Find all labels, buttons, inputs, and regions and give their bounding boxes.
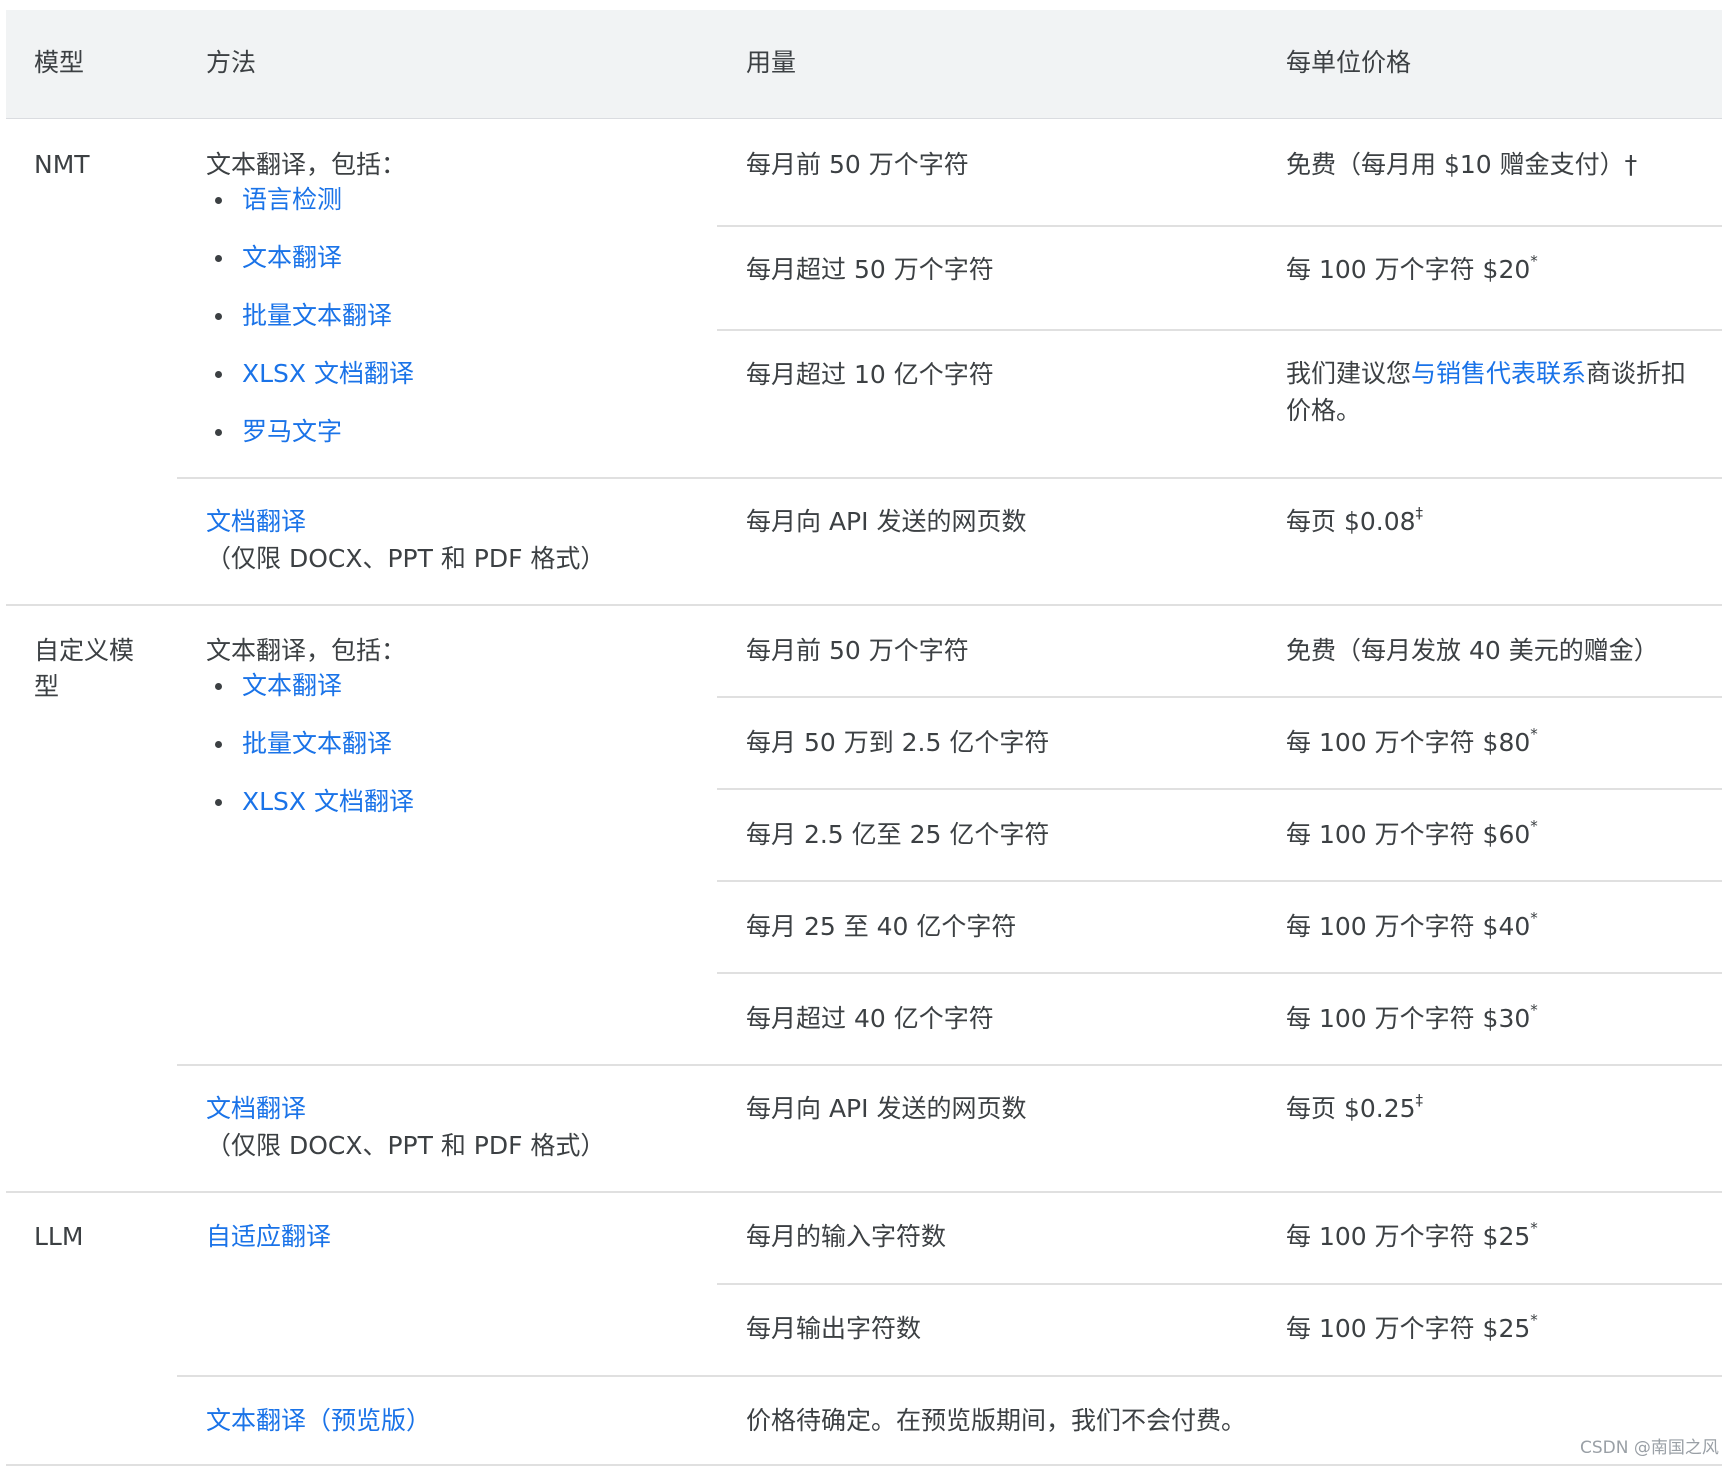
- preview-label[interactable]: （预览版）: [306, 1406, 431, 1435]
- bullet: [215, 429, 222, 436]
- method-link-xlsx-translation[interactable]: XLSX 文档翻译: [242, 361, 414, 386]
- usage-cell: 每月 50 万到 2.5 亿个字符: [746, 728, 1050, 757]
- row-divider: [717, 329, 1722, 331]
- price-value: 每页 $0.25: [1286, 1094, 1416, 1123]
- model-custom-line1: 自定义模: [34, 636, 135, 665]
- price-cell: 每页 $0.25‡: [1286, 1093, 1423, 1123]
- price-text: 价格。: [1286, 396, 1362, 425]
- price-cell: 每 100 万个字符 $80*: [1286, 727, 1538, 757]
- usage-cell: 价格待确定。在预览版期间，我们不会付费。: [746, 1406, 1247, 1435]
- watermark: CSDN @南国之风: [1580, 1438, 1719, 1458]
- method-link-language-detection[interactable]: 语言检测: [242, 187, 342, 212]
- price-cell: 免费（每月用 $10 赠金支付）†: [1286, 150, 1638, 179]
- price-value: 每 100 万个字符 $20: [1286, 255, 1531, 284]
- bullet: [215, 683, 222, 690]
- bullet: [215, 371, 222, 378]
- price-cell: 每 100 万个字符 $30*: [1286, 1003, 1538, 1033]
- price-cell: 每 100 万个字符 $20*: [1286, 254, 1538, 284]
- method-link-xlsx-translation[interactable]: XLSX 文档翻译: [242, 789, 414, 814]
- footnote-mark: *: [1530, 1219, 1538, 1237]
- bullet: [215, 799, 222, 806]
- method-intro: 文本翻译，包括：: [206, 636, 407, 665]
- header-model: 模型: [34, 48, 85, 77]
- usage-cell: 每月前 50 万个字符: [746, 150, 969, 179]
- bullet: [215, 313, 222, 320]
- footnote-mark: ‡: [1415, 1091, 1424, 1109]
- method-cell-preview: 文本翻译（预览版）: [206, 1408, 431, 1433]
- usage-cell: 每月超过 10 亿个字符: [746, 360, 994, 389]
- price-cell: 每 100 万个字符 $25*: [1286, 1313, 1538, 1343]
- bullet: [215, 741, 222, 748]
- price-value: 每页 $0.08: [1286, 507, 1416, 536]
- price-cell: 每 100 万个字符 $25*: [1286, 1221, 1538, 1251]
- usage-cell: 每月 25 至 40 亿个字符: [746, 912, 1017, 941]
- method-link-document-translation[interactable]: 文档翻译: [206, 509, 306, 534]
- price-value: 每 100 万个字符 $30: [1286, 1004, 1531, 1033]
- header-usage: 用量: [746, 48, 797, 77]
- row-divider: [177, 1375, 1722, 1377]
- usage-cell: 每月向 API 发送的网页数: [746, 507, 1027, 536]
- row-divider: [717, 972, 1722, 974]
- row-divider: [177, 477, 1722, 479]
- model-nmt: NMT: [34, 150, 90, 179]
- bullet: [215, 255, 222, 262]
- method-link-romanization[interactable]: 罗马文字: [242, 419, 342, 444]
- row-divider: [717, 788, 1722, 790]
- price-cell: 每 100 万个字符 $40*: [1286, 911, 1538, 941]
- row-divider: [177, 1064, 1722, 1066]
- method-link-document-translation[interactable]: 文档翻译: [206, 1096, 306, 1121]
- method-link-text-translation[interactable]: 文本翻译: [242, 245, 342, 270]
- price-text: 商谈折扣: [1586, 359, 1687, 388]
- bullet: [215, 197, 222, 204]
- usage-cell: 每月向 API 发送的网页数: [746, 1094, 1027, 1123]
- row-divider: [717, 225, 1722, 227]
- method-link-batch-translation[interactable]: 批量文本翻译: [242, 303, 392, 328]
- price-cell-contact-sales: 我们建议您与销售代表联系商谈折扣价格。: [1286, 355, 1696, 429]
- usage-cell: 每月前 50 万个字符: [746, 636, 969, 665]
- footnote-mark: *: [1530, 252, 1538, 270]
- section-divider: [6, 604, 1722, 606]
- footnote-mark: ‡: [1415, 504, 1424, 522]
- row-divider: [717, 880, 1722, 882]
- usage-cell: 每月的输入字符数: [746, 1222, 947, 1251]
- contact-sales-link[interactable]: 与销售代表联系: [1411, 359, 1586, 388]
- price-cell: 每 100 万个字符 $60*: [1286, 819, 1538, 849]
- footnote-mark: *: [1530, 1311, 1538, 1329]
- footnote-mark: *: [1530, 817, 1538, 835]
- price-cell: 每页 $0.08‡: [1286, 506, 1423, 536]
- pricing-table: 模型 方法 用量 每单位价格 NMT 文本翻译，包括： 语言检测 文本翻译 批量…: [0, 0, 1728, 1466]
- model-llm: LLM: [34, 1222, 84, 1251]
- price-value: 每 100 万个字符 $60: [1286, 820, 1531, 849]
- header-price: 每单位价格: [1286, 48, 1412, 77]
- method-note: （仅限 DOCX、PPT 和 PDF 格式）: [206, 1131, 606, 1160]
- model-custom-line2: 型: [34, 672, 60, 701]
- price-cell: 免费（每月发放 40 美元的赠金）: [1286, 636, 1659, 665]
- footnote-mark: *: [1530, 725, 1538, 743]
- method-link-batch-translation[interactable]: 批量文本翻译: [242, 731, 392, 756]
- header-method: 方法: [206, 48, 257, 77]
- method-note: （仅限 DOCX、PPT 和 PDF 格式）: [206, 544, 606, 573]
- price-value: 每 100 万个字符 $25: [1286, 1314, 1531, 1343]
- method-link-text-translation-preview[interactable]: 文本翻译: [206, 1406, 306, 1435]
- usage-cell: 每月超过 40 亿个字符: [746, 1004, 994, 1033]
- usage-cell: 每月超过 50 万个字符: [746, 255, 994, 284]
- footnote-mark: *: [1530, 1001, 1538, 1019]
- method-link-text-translation[interactable]: 文本翻译: [242, 673, 342, 698]
- row-divider: [717, 1283, 1722, 1285]
- usage-cell: 每月输出字符数: [746, 1314, 922, 1343]
- method-link-adaptive-translation[interactable]: 自适应翻译: [206, 1224, 331, 1249]
- method-intro: 文本翻译，包括：: [206, 150, 407, 179]
- footnote-mark: *: [1530, 909, 1538, 927]
- price-value: 每 100 万个字符 $40: [1286, 912, 1531, 941]
- price-value: 每 100 万个字符 $80: [1286, 728, 1531, 757]
- table-header: [6, 10, 1722, 119]
- section-divider: [6, 1191, 1722, 1193]
- row-divider: [717, 696, 1722, 698]
- price-value: 每 100 万个字符 $25: [1286, 1222, 1531, 1251]
- usage-cell: 每月 2.5 亿至 25 亿个字符: [746, 820, 1050, 849]
- price-text: 我们建议您: [1286, 359, 1412, 388]
